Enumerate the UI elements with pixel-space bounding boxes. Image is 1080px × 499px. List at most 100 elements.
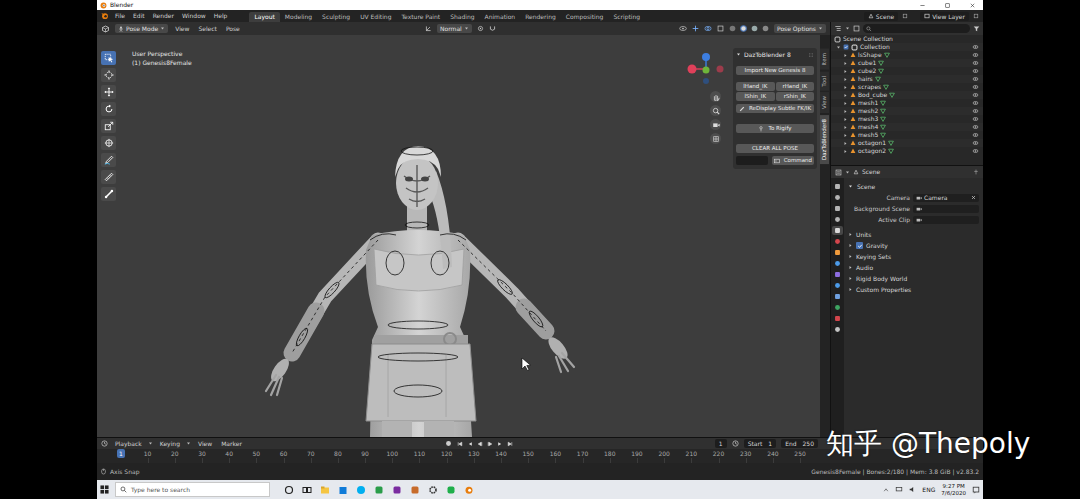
properties-tab[interactable] xyxy=(832,314,843,323)
taskbar-app[interactable] xyxy=(284,485,294,495)
clear-pose-button[interactable]: CLEAR ALL POSE xyxy=(736,144,814,153)
end-frame-field[interactable]: End250 xyxy=(781,439,818,448)
sidebar-tab[interactable]: Tool xyxy=(820,72,829,91)
outliner-row[interactable]: mesh3 xyxy=(831,115,983,123)
workspace-tab[interactable]: Rendering xyxy=(520,12,561,22)
workspace-tab[interactable]: Shading xyxy=(445,12,479,22)
outliner-row[interactable]: Bod_cube xyxy=(831,91,983,99)
ik-button[interactable]: rHand_IK xyxy=(776,82,815,91)
taskbar-app[interactable] xyxy=(338,485,348,495)
pose-options-dropdown[interactable]: Pose Options xyxy=(774,24,826,33)
workspace-tab[interactable]: Animation xyxy=(480,12,521,22)
rigify-button[interactable]: To Rigify xyxy=(736,124,814,133)
workspace-tab[interactable]: UV Editing xyxy=(355,12,396,22)
outliner-row[interactable]: mesh5 xyxy=(831,131,983,139)
properties-tab[interactable] xyxy=(832,325,843,334)
navigation-button[interactable] xyxy=(710,91,721,102)
properties-tab[interactable] xyxy=(832,193,843,202)
property-section[interactable]: Rigid Body World xyxy=(848,273,979,284)
outliner-row[interactable]: cube2 xyxy=(831,67,983,75)
property-section[interactable]: Audio xyxy=(848,262,979,273)
menu-item[interactable]: File xyxy=(113,12,127,20)
properties-tab[interactable] xyxy=(832,281,843,290)
outliner-row[interactable]: scrapes xyxy=(831,83,983,91)
window-control-button[interactable] xyxy=(936,0,958,10)
ik-button[interactable]: lShin_IK xyxy=(736,92,775,101)
panel-header[interactable]: DazToBlender 8 xyxy=(736,50,814,59)
properties-tab[interactable] xyxy=(832,303,843,312)
taskbar-app[interactable] xyxy=(464,485,474,495)
workspace-tab[interactable]: Layout xyxy=(249,12,279,22)
navigation-button[interactable] xyxy=(710,119,721,130)
header-menu[interactable]: View xyxy=(173,25,191,33)
menu-item[interactable]: Window xyxy=(180,12,208,20)
command-field[interactable] xyxy=(736,156,768,165)
playback-button[interactable] xyxy=(457,441,463,447)
tool-button[interactable] xyxy=(101,187,116,201)
import-button[interactable]: Import New Genesis 8 xyxy=(736,66,814,75)
window-control-button[interactable] xyxy=(961,0,983,10)
sidebar-tab[interactable]: View xyxy=(820,92,829,113)
start-frame-field[interactable]: Start1 xyxy=(744,439,777,448)
outliner-row[interactable]: mesh1 xyxy=(831,99,983,107)
properties-tab[interactable] xyxy=(832,237,843,246)
mode-dropdown[interactable]: Pose Mode xyxy=(115,24,168,33)
outliner-row[interactable]: lsShape xyxy=(831,51,983,59)
property-section[interactable]: Units xyxy=(848,229,979,240)
properties-tab[interactable] xyxy=(832,248,843,257)
menu-item[interactable]: Edit xyxy=(131,12,147,20)
outliner-row[interactable]: mesh2 xyxy=(831,107,983,115)
playback-button[interactable] xyxy=(507,441,513,447)
outliner-row[interactable]: Scene Collection xyxy=(831,35,983,43)
workspace-tab[interactable]: Scripting xyxy=(608,12,645,22)
taskbar-app[interactable] xyxy=(392,485,402,495)
redisplay-button[interactable]: ReDisplay Subtle FK/IK xyxy=(736,104,814,113)
command-button[interactable]: Command xyxy=(772,156,814,165)
window-control-button[interactable] xyxy=(911,0,933,10)
viewport-canvas[interactable]: User Perspective(1) Genesis8Female xyxy=(120,35,730,437)
section-checkbox[interactable] xyxy=(856,242,863,249)
tool-button[interactable] xyxy=(101,51,116,65)
property-field[interactable]: Camera xyxy=(913,194,979,202)
outliner-row[interactable]: octagon1 xyxy=(831,139,983,147)
workspace-tab[interactable]: Modeling xyxy=(280,12,317,22)
tool-button[interactable] xyxy=(101,68,116,82)
property-section[interactable]: Gravity xyxy=(848,240,979,251)
timeline-menu[interactable]: Marker xyxy=(219,440,244,448)
sidebar-tab[interactable]: DazToBlender8 xyxy=(820,115,829,164)
property-field[interactable] xyxy=(913,205,979,213)
taskbar-app[interactable] xyxy=(446,485,456,495)
taskbar-app[interactable] xyxy=(320,485,330,495)
taskbar-app[interactable] xyxy=(410,485,420,495)
property-section[interactable]: Keying Sets xyxy=(848,251,979,262)
properties-tab[interactable] xyxy=(832,292,843,301)
taskbar-app[interactable] xyxy=(302,485,312,495)
current-frame-field[interactable]: 1 xyxy=(715,439,727,448)
taskbar-app[interactable] xyxy=(428,485,438,495)
ik-button[interactable]: lHand_IK xyxy=(736,82,775,91)
taskbar-clock[interactable]: 9:27 PM7/6/2020 xyxy=(941,483,966,497)
properties-tab[interactable] xyxy=(832,182,843,191)
taskbar-app[interactable] xyxy=(374,485,384,495)
outliner-row[interactable]: octagon2 xyxy=(831,147,983,155)
menu-item[interactable]: Help xyxy=(212,12,230,20)
scene-panel-header[interactable]: Scene xyxy=(848,181,979,192)
property-field[interactable] xyxy=(913,216,979,224)
taskbar-app[interactable] xyxy=(356,485,366,495)
scene-selector[interactable]: Scene xyxy=(864,12,898,21)
orientation-dropdown[interactable]: Normal xyxy=(437,24,472,33)
header-menu[interactable]: Pose xyxy=(224,25,242,33)
view-layer-selector[interactable]: View Layer xyxy=(920,12,969,21)
timeline-menu[interactable]: View xyxy=(196,440,214,448)
properties-tab[interactable] xyxy=(832,204,843,213)
tool-button[interactable] xyxy=(101,170,116,184)
properties-tab[interactable] xyxy=(832,215,843,224)
sidebar-tab[interactable]: Item xyxy=(820,49,829,70)
outliner-row[interactable]: hairs xyxy=(831,75,983,83)
properties-tab[interactable] xyxy=(832,270,843,279)
playhead[interactable]: 1 xyxy=(117,449,125,458)
taskbar-search[interactable]: Type here to search xyxy=(115,482,270,497)
playback-button[interactable] xyxy=(487,441,493,447)
tool-button[interactable] xyxy=(101,85,116,99)
tool-button[interactable] xyxy=(101,119,116,133)
